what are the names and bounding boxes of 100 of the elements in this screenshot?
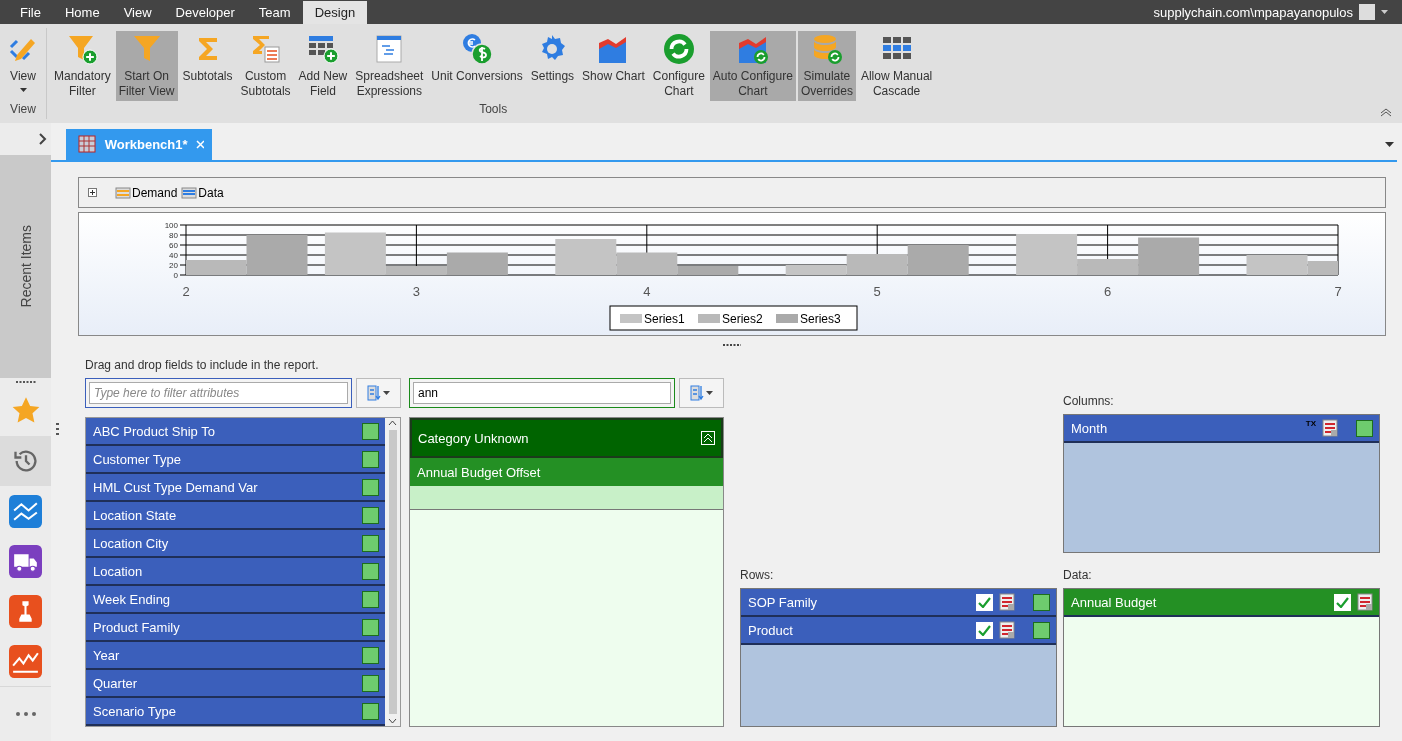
- ribbon-button[interactable]: Add New Field: [295, 31, 351, 101]
- category-header[interactable]: Category Unknown: [410, 418, 723, 458]
- refresh-icon: [662, 33, 695, 65]
- vertical-grip-icon[interactable]: [56, 423, 59, 437]
- scroll-up-icon[interactable]: [388, 420, 397, 426]
- type-label: TX: [1305, 419, 1316, 428]
- hint-text: Drag and drop fields to include in the report.: [85, 358, 320, 372]
- ribbon-button[interactable]: Allow Manual Cascade: [857, 31, 936, 101]
- caret-icon[interactable]: [1381, 10, 1388, 14]
- recent-items-panel[interactable]: Recent Items: [0, 155, 51, 378]
- funnel-plus-icon: [66, 33, 99, 65]
- legend-swatch: [776, 314, 798, 323]
- ribbon-button[interactable]: Mandatory Filter: [51, 31, 114, 101]
- ribbon-button[interactable]: Settings: [527, 31, 578, 101]
- ribbon-button[interactable]: Custom Subtotals: [237, 31, 294, 101]
- legend-swatch: [620, 314, 642, 323]
- field-item[interactable]: Product: [741, 617, 1056, 645]
- axis-label: 7: [1334, 284, 1342, 299]
- ribbon-button[interactable]: Show Chart: [579, 31, 648, 101]
- sort-icon: [367, 384, 381, 402]
- breadcrumb-label: Demand: [132, 185, 178, 200]
- axis-label: 80: [169, 231, 178, 240]
- scrollbar[interactable]: [385, 418, 400, 726]
- axis-label: 5: [873, 284, 881, 299]
- network-chart-icon: [9, 494, 42, 528]
- axis-label: 6: [1104, 284, 1112, 299]
- axis-label: 2: [182, 284, 190, 299]
- table-icon: [181, 186, 198, 199]
- grid-settings-icon: [1322, 419, 1338, 437]
- more-icon[interactable]: [14, 712, 37, 716]
- menu-tab[interactable]: File: [8, 0, 53, 24]
- tab-label: Workbench1*: [104, 137, 188, 152]
- field-item[interactable]: Month TX: [1064, 415, 1379, 443]
- caret-icon: [706, 390, 713, 396]
- menu-tab[interactable]: View: [111, 0, 164, 24]
- grid-settings-icon: [999, 621, 1015, 639]
- grid-settings-icon: [1357, 593, 1373, 611]
- field-indicator: [1033, 621, 1050, 639]
- field-indicator: [1033, 593, 1050, 611]
- menu-tab[interactable]: Home: [52, 0, 112, 24]
- field-indicator: [362, 478, 379, 496]
- caret-icon: [383, 390, 390, 396]
- grid-question-icon: [78, 134, 97, 155]
- attribute-filter-field[interactable]: Type here to filter attributes: [85, 378, 352, 408]
- sort-button[interactable]: [356, 378, 401, 408]
- field-indicator: [362, 702, 379, 720]
- data-label: Data:: [1063, 568, 1093, 582]
- user-name[interactable]: supplychain.com\mpapayanopulos: [1153, 4, 1353, 20]
- expand-icon[interactable]: [88, 188, 97, 197]
- legend-label: Series3: [800, 312, 841, 326]
- chess-piece-icon: [9, 594, 42, 628]
- ribbon-button[interactable]: Simulate Overrides: [797, 31, 856, 101]
- sort-icon: [690, 384, 704, 402]
- truck-icon: [9, 544, 42, 578]
- legend-swatch: [698, 314, 720, 323]
- ribbon-button[interactable]: Subtotals: [179, 31, 236, 101]
- cube-grid-icon: [115, 186, 131, 199]
- table-plus-icon: [306, 33, 339, 65]
- grip-icon[interactable]: [14, 378, 37, 386]
- rows-label: Rows:: [740, 568, 775, 582]
- field-item[interactable]: Annual Budget: [1064, 589, 1379, 617]
- scroll-down-icon[interactable]: [388, 718, 397, 724]
- checkbox[interactable]: [976, 593, 993, 611]
- ribbon-button[interactable]: Auto Configure Chart: [709, 31, 796, 101]
- ribbon-button[interactable]: Unit Conversions: [428, 31, 526, 101]
- field-indicator: [362, 450, 379, 468]
- menu-tab[interactable]: Team: [246, 0, 303, 24]
- legend-label: Series1: [644, 312, 685, 326]
- caret-icon[interactable]: [1385, 142, 1394, 147]
- category-filter-field[interactable]: ann: [409, 378, 675, 408]
- ribbon-button[interactable]: Start On Filter View: [115, 31, 178, 101]
- ribbon-button[interactable]: Spreadsheet Expressions: [352, 31, 427, 101]
- group-label: Tools: [479, 102, 508, 118]
- currency-icon: [461, 33, 494, 65]
- category-title: Category Unknown: [418, 430, 529, 446]
- axis-label: 0: [173, 271, 178, 280]
- field-indicator: [362, 506, 379, 524]
- close-icon[interactable]: [195, 140, 204, 149]
- field-item[interactable]: SOP Family: [741, 589, 1056, 617]
- collapse-icon[interactable]: [1380, 108, 1392, 117]
- legend-label: Series2: [722, 312, 763, 326]
- checkbox[interactable]: [976, 621, 993, 639]
- menu-tab[interactable]: Design: [302, 1, 368, 24]
- breadcrumb-item[interactable]: Data: [181, 185, 224, 200]
- axis-label: 4: [643, 284, 651, 299]
- category-item[interactable]: Annual Budget Offset: [410, 458, 723, 486]
- chevron-right-icon[interactable]: [39, 133, 47, 145]
- breadcrumb-item[interactable]: Demand: [115, 185, 178, 200]
- columns-label: Columns:: [1063, 394, 1115, 408]
- sort-button[interactable]: [679, 378, 724, 408]
- menu-tab[interactable]: Developer: [163, 0, 247, 24]
- checkbox[interactable]: [1334, 593, 1351, 611]
- axis-label: 60: [169, 241, 178, 250]
- ribbon-button[interactable]: Configure Chart: [649, 31, 708, 101]
- breadcrumb-label: Data: [198, 185, 224, 200]
- axis-label: 3: [412, 284, 420, 299]
- ribbon-button[interactable]: View: [4, 31, 42, 101]
- sidebar-item[interactable]: [0, 436, 51, 486]
- field-indicator: [362, 562, 379, 580]
- field-indicator: [362, 534, 379, 552]
